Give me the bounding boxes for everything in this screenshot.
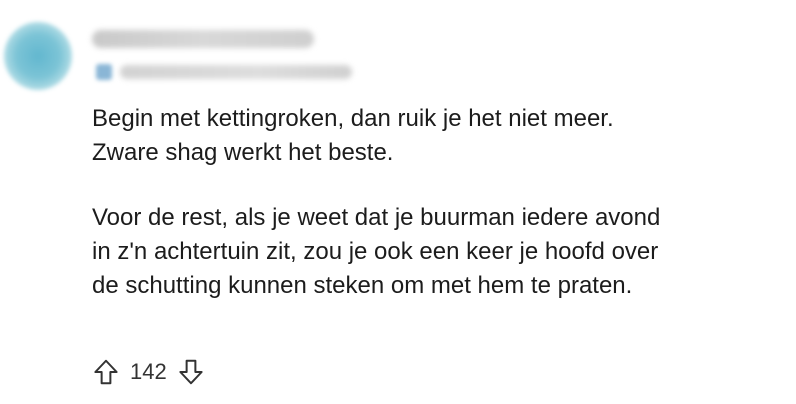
arrow-up-icon <box>94 359 118 385</box>
comment-line: in z'n achtertuin zit, zou je ook een ke… <box>92 238 659 265</box>
comment-paragraph: Begin met kettingroken, dan ruik je het … <box>92 102 792 170</box>
arrow-down-icon <box>179 359 203 385</box>
author-name[interactable] <box>92 30 314 48</box>
user-flair <box>92 62 362 82</box>
vote-bar: 142 <box>88 352 209 392</box>
comment-body: Begin met kettingroken, dan ruik je het … <box>92 102 792 334</box>
flair-icon <box>96 64 112 80</box>
comment-line: de schutting kunnen steken om met hem te… <box>92 272 633 299</box>
comment-paragraph: Voor de rest, als je weet dat je buurman… <box>92 201 792 303</box>
vote-score: 142 <box>130 359 167 384</box>
comment-line: Voor de rest, als je weet dat je buurman… <box>92 204 661 231</box>
comment-line: Zware shag werkt het beste. <box>92 139 394 166</box>
avatar[interactable] <box>4 22 72 90</box>
comment: Begin met kettingroken, dan ruik je het … <box>0 0 796 404</box>
downvote-button[interactable] <box>173 352 209 392</box>
comment-line: Begin met kettingroken, dan ruik je het … <box>92 105 614 132</box>
upvote-button[interactable] <box>88 352 124 392</box>
flair-text <box>120 65 352 79</box>
